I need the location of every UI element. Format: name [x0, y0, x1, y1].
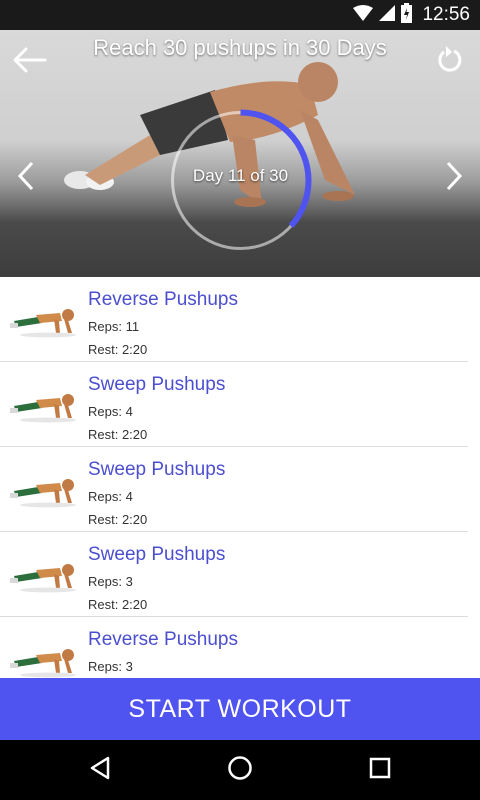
- status-time: 12:56: [422, 4, 470, 25]
- home-circle-icon: [227, 755, 253, 786]
- hero-banner: Reach 30 pushups in 30 Days Day 11 of 30: [0, 30, 480, 277]
- exercise-reps: Reps: 3: [88, 659, 133, 674]
- exercise-row[interactable]: Sweep Pushups Reps: 3 Rest: 2:20: [0, 532, 468, 617]
- exercise-name: Sweep Pushups: [88, 459, 226, 480]
- exercise-list[interactable]: Reverse Pushups Reps: 11 Rest: 2:20 Sweep P…: [0, 277, 480, 678]
- status-bar: 12:56: [0, 0, 480, 30]
- exercise-rest: Rest: 2:20: [88, 512, 148, 527]
- exercise-reps: Reps: 11: [88, 319, 140, 334]
- system-nav-bar: [0, 740, 480, 800]
- next-day-button[interactable]: [434, 158, 474, 198]
- nav-home-button[interactable]: [220, 752, 260, 788]
- back-triangle-icon: [89, 756, 111, 785]
- back-button[interactable]: [10, 42, 50, 82]
- exercise-name: Sweep Pushups: [88, 544, 226, 565]
- wifi-icon: [353, 4, 374, 26]
- day-label: Day 11 of 30: [192, 166, 289, 185]
- refresh-icon: [434, 45, 462, 79]
- reset-button[interactable]: [428, 42, 468, 82]
- exercise-row[interactable]: Reverse PushupsReps: 3Rest: 2:20: [0, 617, 468, 678]
- start-workout-button[interactable]: START WORKOUT: [0, 678, 480, 740]
- recents-square-icon: [369, 757, 391, 784]
- pushup-thumbnail-icon: [8, 299, 78, 339]
- exercise-rest: Rest: 2:20: [88, 342, 148, 357]
- nav-back-button[interactable]: [80, 752, 120, 788]
- exercise-row[interactable]: Sweep Pushups Reps: 4 Rest: 2:20: [0, 362, 468, 447]
- exercise-name: Reverse Pushups: [88, 289, 238, 310]
- pushup-thumbnail-icon: [8, 384, 78, 424]
- chevron-left-icon: [16, 160, 36, 197]
- pushup-thumbnail-icon: [8, 554, 78, 594]
- status-icons: 12:56: [353, 0, 470, 30]
- exercise-rest: Rest: 2:20: [88, 597, 148, 612]
- exercise-name: Reverse Pushups: [88, 629, 238, 650]
- day-progress-ring: Day 11 of 30: [168, 108, 313, 253]
- exercise-reps: Reps: 4: [88, 489, 133, 504]
- exercise-name: Sweep Pushups: [88, 374, 226, 395]
- battery-charging-icon: [401, 2, 413, 28]
- exercise-row[interactable]: Reverse Pushups Reps: 11 Rest: 2:20: [0, 277, 468, 362]
- pushup-thumbnail-icon: [8, 639, 78, 678]
- exercise-reps: Reps: 3: [88, 574, 133, 589]
- pushup-thumbnail-icon: [8, 469, 78, 509]
- chevron-right-icon: [444, 160, 464, 197]
- exercise-reps: Reps: 4: [88, 404, 133, 419]
- nav-recents-button[interactable]: [360, 752, 400, 788]
- exercise-rest: Rest: 2:20: [88, 427, 148, 442]
- previous-day-button[interactable]: [6, 158, 46, 198]
- arrow-left-icon: [13, 47, 47, 78]
- exercise-row[interactable]: Sweep Pushups Reps: 4 Rest: 2:20: [0, 447, 468, 532]
- signal-icon: [379, 4, 396, 26]
- page-title: Reach 30 pushups in 30 Days: [93, 35, 387, 60]
